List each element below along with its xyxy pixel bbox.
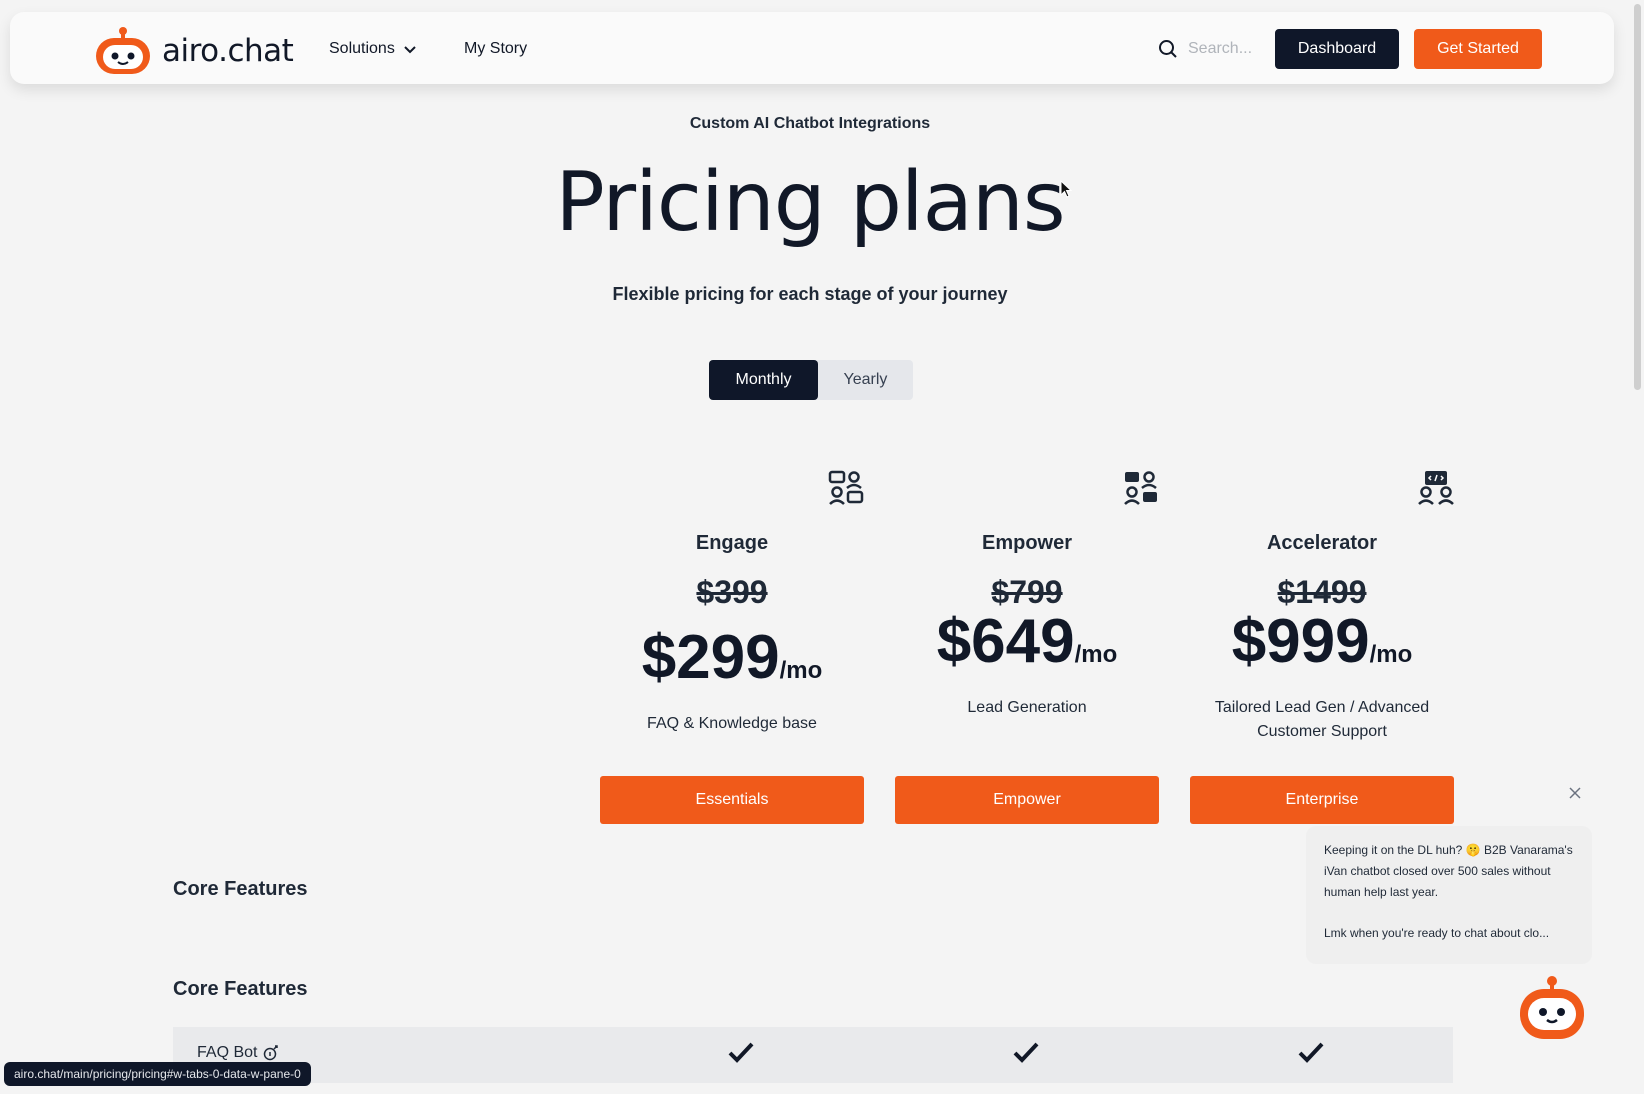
check-icon [1298,1042,1324,1063]
search-box [1158,39,1268,59]
plan-price-period: /mo [1369,641,1413,668]
page-title: Pricing plans [555,155,1065,250]
plan-button-essentials[interactable]: Essentials [600,776,864,824]
feature-name: FAQ Bot [197,1044,258,1061]
search-icon[interactable] [1158,39,1178,59]
plan-price: $299/mo [600,622,864,693]
plan-old-price: $399 [696,574,768,610]
get-started-button[interactable]: Get Started [1414,29,1542,69]
check-icon [1013,1042,1039,1063]
chat-message-text: Lmk when you're ready to chat about clo.… [1324,926,1550,940]
brand-name: airo.chat [162,33,294,69]
robot-logo-icon [96,27,150,74]
dashboard-button[interactable]: Dashboard [1275,29,1399,69]
hero-subtitle: Flexible pricing for each stage of your … [612,284,1008,304]
nav-solutions-label: Solutions [329,40,395,57]
billing-toggle: Monthly Yearly [709,360,913,400]
mouse-cursor-icon [1060,180,1072,198]
navbar: airo.chat Solutions My Story Dashboard G… [10,12,1614,84]
plan-price: $999/mo [1190,606,1454,677]
chat-message-text: Keeping it on the DL huh? 🤫 B2B Vanarama… [1324,843,1573,899]
section-heading-core-features: Core Features [173,878,308,900]
plan-button-enterprise[interactable]: Enterprise [1190,776,1454,824]
plan-description: Lead Generation [967,699,1087,716]
plan-price-period: /mo [779,657,823,684]
plan-name: Empower [981,532,1073,554]
toggle-yearly[interactable]: Yearly [818,360,913,400]
scrollbar[interactable] [1630,0,1644,1094]
browser-status-url: airo.chat/main/pricing/pricing#w-tabs-0-… [4,1062,311,1086]
hero-eyebrow: Custom AI Chatbot Integrations [689,115,931,132]
brand-logo[interactable]: airo.chat [94,26,294,76]
nav-my-story-link[interactable]: My Story [464,40,527,58]
team-code-icon [1418,471,1454,505]
plan-price: $649/mo [895,606,1159,677]
team-chat-icon [1124,471,1157,505]
info-icon[interactable] [263,1045,279,1061]
feature-label: FAQ Bot [197,1044,279,1062]
plan-button-empower[interactable]: Empower [895,776,1159,824]
scrollbar-thumb[interactable] [1634,4,1641,390]
team-chat-icon [828,470,864,505]
table-row: FAQ Bot [173,1027,1453,1083]
plan-price-amount: $299 [641,623,780,692]
plan-name: Accelerator [1266,532,1378,554]
nav-my-story-label: My Story [464,40,528,57]
plan-card-empower: Empower $799 $649/mo Lead Generation Emp… [895,470,1159,830]
plan-description: Tailored Lead Gen / Advanced Customer Su… [1214,699,1430,740]
plan-card-engage: Engage $399 $299/mo FAQ & Knowledge base… [600,470,864,830]
chat-popup-message[interactable]: Keeping it on the DL huh? 🤫 B2B Vanarama… [1306,826,1592,964]
close-icon[interactable] [1568,786,1582,800]
chat-launcher-robot-icon[interactable] [1518,975,1586,1043]
chevron-down-icon [404,46,416,54]
plan-price-amount: $649 [936,607,1075,676]
toggle-monthly[interactable]: Monthly [709,360,818,400]
nav-solutions-dropdown[interactable]: Solutions [329,40,417,58]
check-icon [728,1042,754,1063]
section-heading-core-features: Core Features [173,978,308,1000]
plan-card-accelerator: Accelerator $1499 $999/mo Tailored Lead … [1190,470,1454,830]
plan-name: Engage [695,532,769,554]
search-input[interactable] [1188,40,1268,58]
plan-description: FAQ & Knowledge base [647,715,817,732]
plan-price-period: /mo [1074,641,1118,668]
plan-price-amount: $999 [1231,607,1370,676]
